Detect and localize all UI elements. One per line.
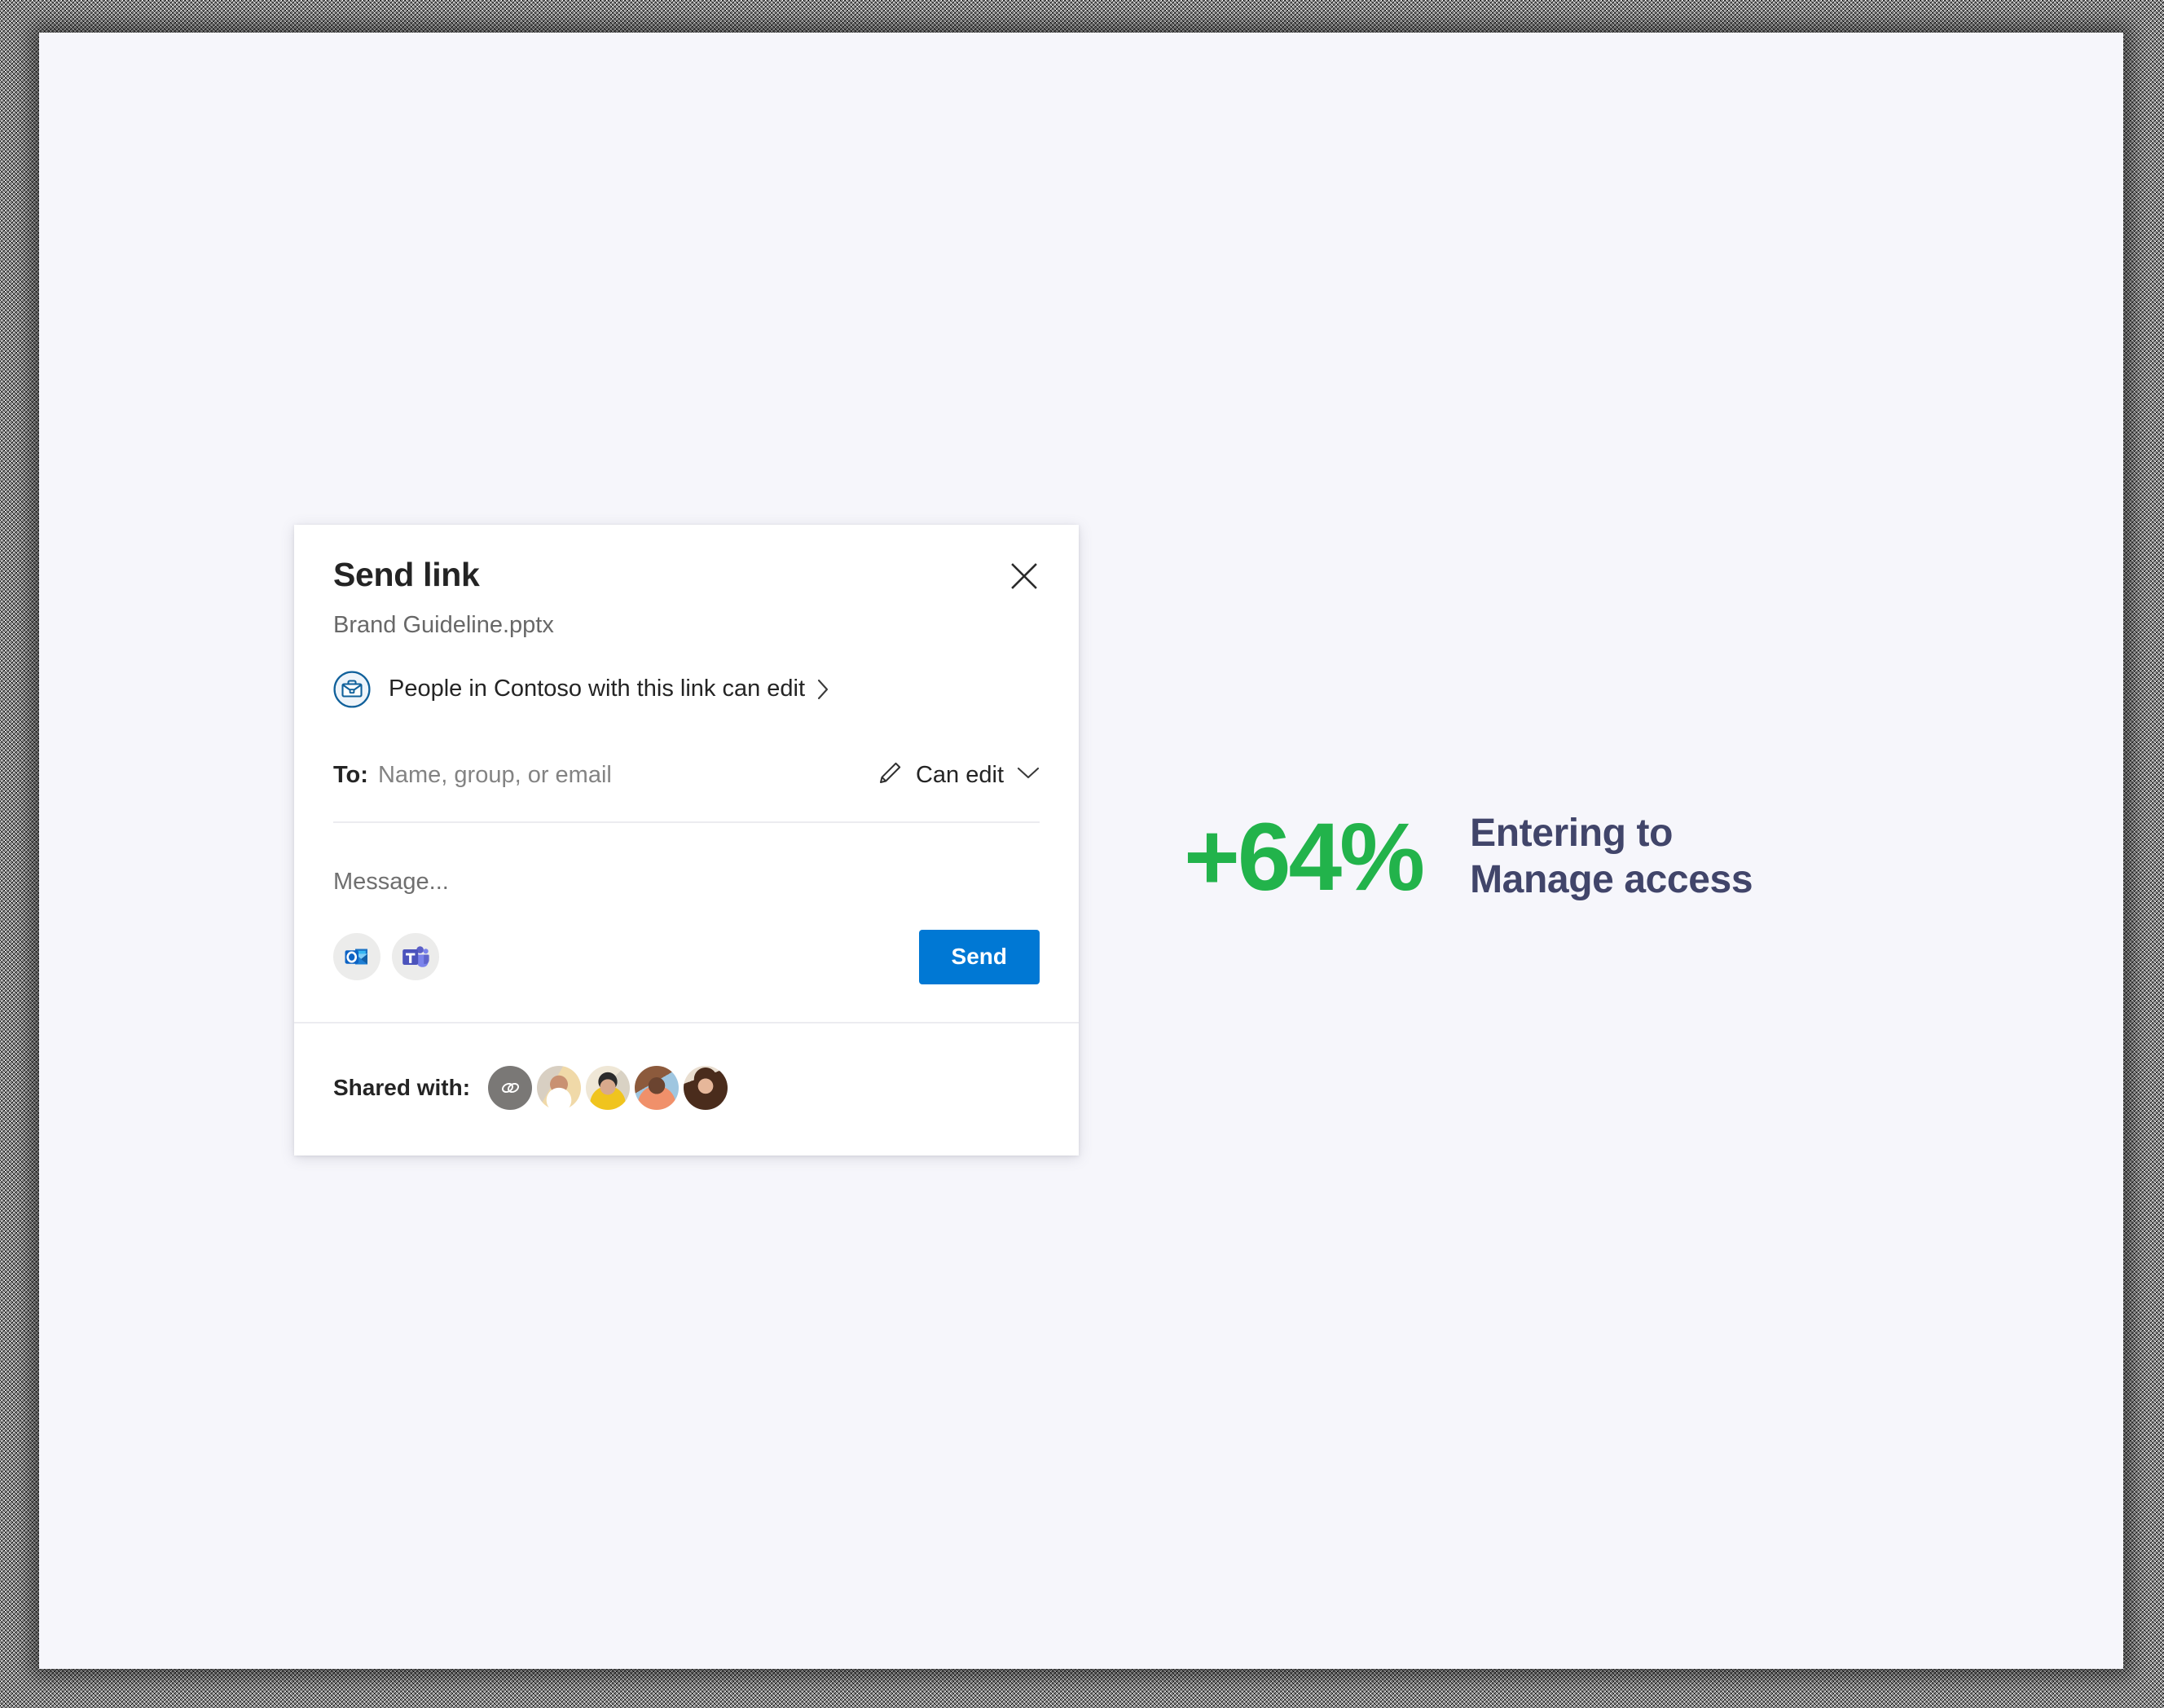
dialog-header: Send link [333,557,1040,598]
avatar-person-4[interactable] [684,1065,728,1110]
recipients-row: To: Name, group, or email Can edit [333,760,1040,823]
recipients-input-area[interactable]: To: Name, group, or email [333,762,612,789]
slide-canvas: Send link Brand Guideline.pptx People in… [39,33,2123,1669]
dialog-body: Send link Brand Guideline.pptx People in… [294,525,1079,1022]
permission-dropdown[interactable]: Can edit [877,760,1040,790]
shared-with-label: Shared with: [333,1074,471,1100]
avatar-person-3[interactable] [635,1065,680,1110]
send-link-dialog: Send link Brand Guideline.pptx People in… [294,525,1079,1156]
teams-icon[interactable] [392,933,439,981]
close-button[interactable] [1002,554,1046,598]
chevron-down-icon [1017,766,1040,785]
chevron-right-icon [816,679,829,700]
link-chain-icon[interactable] [488,1065,533,1110]
dialog-actions: Send [333,929,1040,1022]
avatar-group [488,1065,728,1110]
link-settings-button[interactable]: People in Contoso with this link can edi… [333,671,1040,708]
close-icon [1010,562,1038,590]
link-settings-label: People in Contoso with this link can edi… [389,676,806,702]
avatar-person-2[interactable] [586,1065,631,1110]
avatar-person-1[interactable] [537,1065,582,1110]
recipients-label: To: [333,761,368,788]
send-button[interactable]: Send [918,929,1040,984]
file-name: Brand Guideline.pptx [333,612,554,638]
briefcase-icon [333,671,371,708]
page-title: Send link [333,556,480,593]
recipients-input[interactable]: Name, group, or email [378,762,612,789]
link-settings-label-wrap: People in Contoso with this link can edi… [389,676,829,702]
permission-label: Can edit [915,761,1004,788]
shared-with-row: Shared with: [294,1023,1079,1156]
outlook-icon[interactable] [333,933,380,981]
stat-value: +64% [1184,803,1425,911]
stat-caption: Entering to Manage access [1470,812,1753,901]
message-input[interactable]: Message... [333,869,1040,896]
stat-callout: +64% Entering to Manage access [1184,803,1753,911]
pencil-icon [877,760,903,790]
app-shortcuts [333,933,439,981]
